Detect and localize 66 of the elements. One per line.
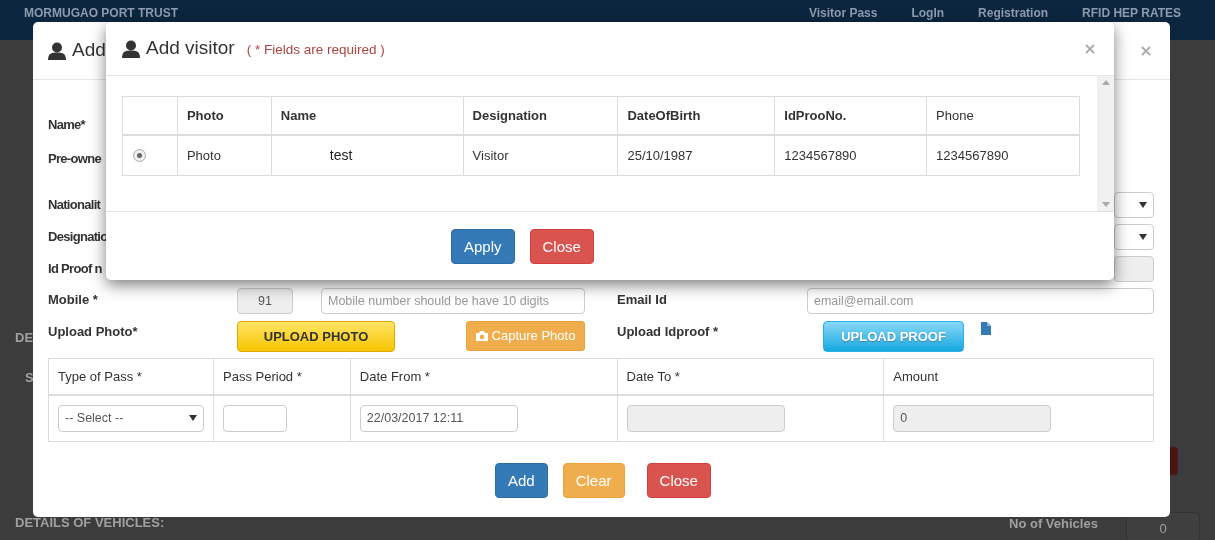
table-cell: 1234567890 bbox=[774, 134, 927, 176]
caret-icon bbox=[189, 415, 197, 422]
field-label: Upload Photo* bbox=[48, 323, 139, 341]
action-button[interactable]: Close bbox=[529, 228, 594, 264]
column-header: Date To * bbox=[617, 358, 884, 395]
field-label: No of Vehicles bbox=[1009, 515, 1098, 533]
action-button[interactable]: Apply bbox=[451, 228, 515, 264]
field-label: Nationalit bbox=[48, 196, 101, 215]
modal-title: Add bbox=[72, 38, 106, 63]
section-heading: DETAILS OF VEHICLES: bbox=[15, 514, 165, 532]
field-label: Id Proof n bbox=[48, 260, 102, 279]
user-icon bbox=[48, 41, 66, 60]
modal-title: Add visitor bbox=[146, 36, 235, 61]
column-header: Pass Period * bbox=[213, 358, 351, 395]
select-field[interactable] bbox=[1114, 192, 1154, 218]
delete-button[interactable] bbox=[1170, 447, 1178, 475]
required-note: ( * Fields are required ) bbox=[246, 40, 385, 59]
action-button[interactable]: Close bbox=[646, 463, 711, 498]
field-label: Pre-owne bbox=[48, 150, 101, 169]
nav-link[interactable]: Visitor Pass bbox=[808, 6, 878, 20]
field-label: Email Id bbox=[617, 291, 668, 309]
nav-link[interactable]: LogIn bbox=[911, 6, 945, 20]
input-field[interactable]: 22/03/2017 12:11 bbox=[359, 404, 518, 432]
column-header: Photo bbox=[177, 96, 272, 135]
field-label: Name* bbox=[48, 116, 85, 135]
input-field[interactable] bbox=[1114, 256, 1154, 282]
column-header: Date From * bbox=[350, 358, 618, 395]
file-icon bbox=[981, 322, 991, 335]
scroll-down-icon bbox=[1101, 202, 1110, 207]
input-field[interactable] bbox=[223, 404, 287, 432]
section-heading: DE bbox=[15, 329, 34, 347]
field-label: Designatio bbox=[48, 228, 108, 247]
close-button[interactable] bbox=[1085, 43, 1095, 54]
caret-icon bbox=[1139, 202, 1147, 208]
field-label: Mobile * bbox=[48, 291, 99, 309]
upload-photo-button[interactable]: UPLOAD PHOTO bbox=[237, 321, 395, 352]
table-cell: 1234567890 bbox=[926, 134, 1080, 176]
radio-button[interactable] bbox=[133, 148, 146, 162]
caret-icon bbox=[1139, 234, 1147, 240]
field-label: Upload Idproof * bbox=[617, 323, 720, 341]
user-icon bbox=[122, 39, 140, 58]
select-field[interactable]: -- Select -- bbox=[58, 404, 204, 432]
table-cell: test bbox=[271, 134, 464, 176]
column-header: Name bbox=[271, 96, 464, 135]
column-header: Phone bbox=[926, 96, 1080, 135]
table-cell: Visitor bbox=[463, 134, 618, 176]
scroll-up-icon bbox=[1101, 80, 1110, 85]
scrollbar[interactable] bbox=[1097, 76, 1114, 211]
section-heading: S bbox=[25, 369, 34, 387]
camera-icon bbox=[475, 331, 488, 341]
select-field[interactable] bbox=[1114, 224, 1154, 250]
table-cell: Photo bbox=[177, 134, 272, 176]
country-code-field[interactable]: 91 bbox=[237, 288, 293, 314]
column-header: Type of Pass * bbox=[48, 358, 214, 395]
column-header: Amount bbox=[883, 358, 1154, 395]
close-button[interactable] bbox=[1141, 45, 1151, 56]
column-header: IdProoNo. bbox=[774, 96, 927, 135]
column-header: Designation bbox=[463, 96, 618, 135]
brand-title[interactable]: MORMUGAO PORT TRUST bbox=[24, 6, 178, 20]
email-field[interactable]: email@email.com bbox=[807, 288, 1154, 314]
table-cell: 25/10/1987 bbox=[617, 134, 775, 176]
column-header: DateOfBirth bbox=[617, 96, 775, 135]
nav-link[interactable]: RFID HEP RATES bbox=[1082, 6, 1181, 20]
mobile-field[interactable]: Mobile number should be have 10 digits bbox=[321, 288, 585, 314]
action-button[interactable]: Add bbox=[495, 463, 548, 498]
nav-link[interactable]: Registration bbox=[978, 6, 1049, 20]
